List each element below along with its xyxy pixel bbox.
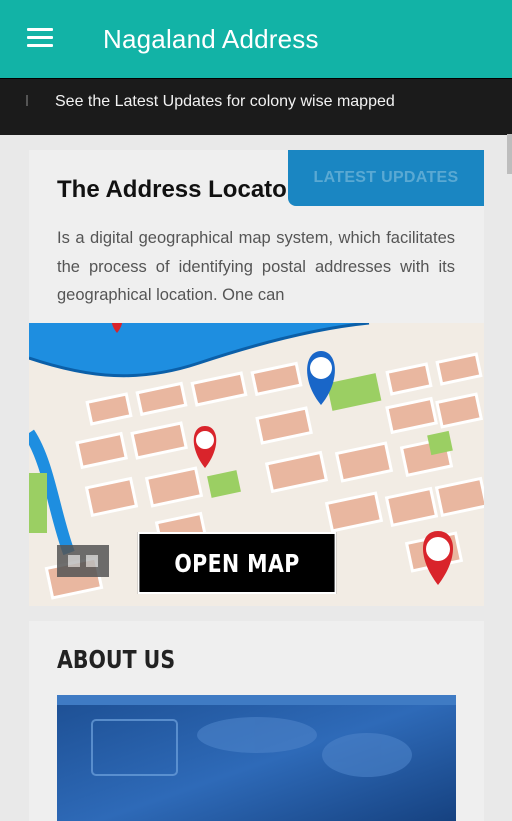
about-us-card: ABOUT US [29,621,484,821]
hamburger-menu-icon[interactable] [27,28,53,48]
slider-indicator-icon [86,555,98,567]
scrollbar[interactable] [507,134,512,174]
app-bar: Nagaland Address [0,0,512,78]
locator-description: Is a digital geographical map system, wh… [57,229,455,304]
app-title: Nagaland Address [103,24,319,54]
locator-title: The Address Locato [57,176,287,203]
map-banner[interactable]: OPEN MAP [29,323,484,606]
slider-indicator-icon [68,555,80,567]
slider-prev-button[interactable] [57,545,109,577]
news-ticker[interactable]: See the Latest Updates for colony wise m… [0,78,512,135]
about-us-title: ABOUT US [57,645,176,674]
ticker-text[interactable]: See the Latest Updates for colony wise m… [55,93,395,111]
latest-updates-button[interactable]: LATEST UPDATES [288,150,484,206]
address-locator-card: The Address Locato LATEST UPDATES Is a d… [29,150,484,606]
ticker-marker [26,95,28,106]
open-map-button[interactable]: OPEN MAP [137,532,337,594]
about-us-image [57,695,456,821]
